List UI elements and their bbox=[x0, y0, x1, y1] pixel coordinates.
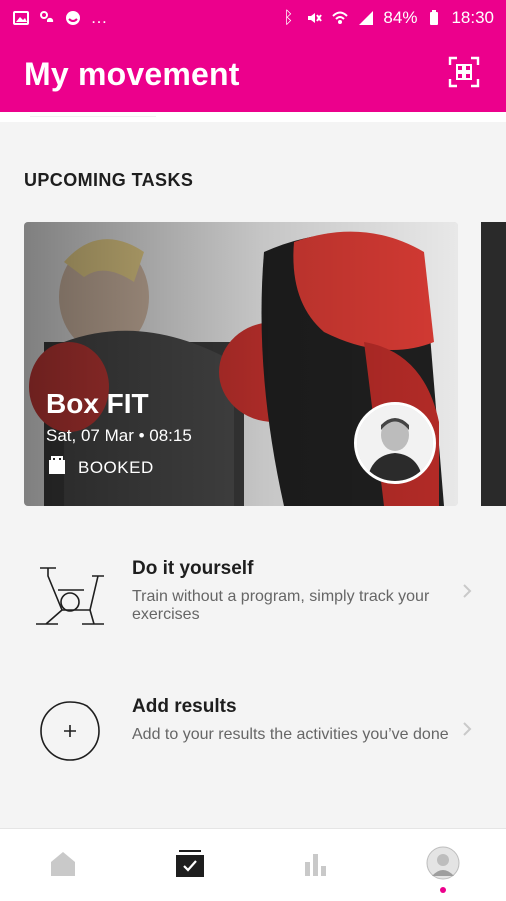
wifi-icon bbox=[331, 9, 349, 27]
mute-icon bbox=[305, 9, 323, 27]
qr-scan-icon bbox=[448, 56, 480, 93]
tab-indicator bbox=[30, 112, 156, 116]
status-left: … bbox=[12, 8, 108, 27]
next-card-peek[interactable] bbox=[481, 222, 506, 506]
more-dots-icon: … bbox=[90, 8, 108, 27]
bottom-nav bbox=[0, 828, 506, 901]
nav-stats[interactable] bbox=[276, 829, 356, 901]
list-item-do-it-yourself[interactable]: Do it yourself Train without a program, … bbox=[24, 558, 482, 654]
battery-level: 84% bbox=[383, 8, 418, 27]
list-item-add-results[interactable]: Add results Add to your results the acti… bbox=[24, 696, 482, 792]
avatar-icon bbox=[426, 846, 460, 885]
card-date: Sat, 07 Mar • 08:15 bbox=[46, 426, 192, 445]
app-header: My movement bbox=[0, 36, 506, 112]
battery-icon bbox=[425, 9, 443, 27]
home-icon bbox=[47, 848, 79, 883]
bar-chart-icon bbox=[301, 848, 331, 883]
checkbox-tray-icon bbox=[173, 847, 207, 884]
bluetooth-icon: ᛒ bbox=[283, 8, 294, 27]
list-item-description: Add to your results the activities you’v… bbox=[132, 726, 449, 743]
list-item-text: Add results Add to your results the acti… bbox=[132, 696, 452, 744]
nav-home[interactable] bbox=[23, 829, 103, 901]
signal-icon bbox=[357, 9, 375, 27]
exercise-bike-icon bbox=[24, 558, 116, 628]
page-title: My movement bbox=[24, 55, 240, 92]
status-bar: … ᛒ 84% 18:30 bbox=[0, 0, 506, 36]
nav-profile[interactable] bbox=[403, 829, 483, 901]
nav-tasks[interactable] bbox=[150, 829, 230, 901]
chevron-right-icon bbox=[458, 720, 476, 738]
smiley-icon bbox=[64, 9, 82, 27]
list-item-description: Train without a program, simply track yo… bbox=[132, 588, 430, 623]
card-title: Box FIT bbox=[46, 388, 149, 419]
card-status: BOOKED bbox=[46, 454, 154, 481]
clock: 18:30 bbox=[451, 8, 494, 27]
list-item-text: Do it yourself Train without a program, … bbox=[132, 558, 452, 624]
list-item-title: Add results bbox=[132, 696, 237, 717]
weather-icon bbox=[38, 9, 56, 27]
upcoming-task-card[interactable]: Box FIT Sat, 07 Mar • 08:15 BOOKED bbox=[24, 222, 458, 506]
booking-status: BOOKED bbox=[78, 457, 154, 477]
qr-scan-button[interactable] bbox=[446, 56, 482, 92]
section-title-upcoming: UPCOMING TASKS bbox=[24, 170, 194, 190]
status-right: ᛒ 84% 18:30 bbox=[279, 8, 494, 28]
image-icon bbox=[12, 9, 30, 27]
list-item-title: Do it yourself bbox=[132, 558, 254, 579]
chevron-right-icon bbox=[458, 582, 476, 600]
nav-active-dot bbox=[439, 887, 446, 893]
booked-icon bbox=[46, 454, 68, 481]
trainer-avatar bbox=[354, 402, 436, 484]
add-circle-icon bbox=[24, 696, 116, 766]
